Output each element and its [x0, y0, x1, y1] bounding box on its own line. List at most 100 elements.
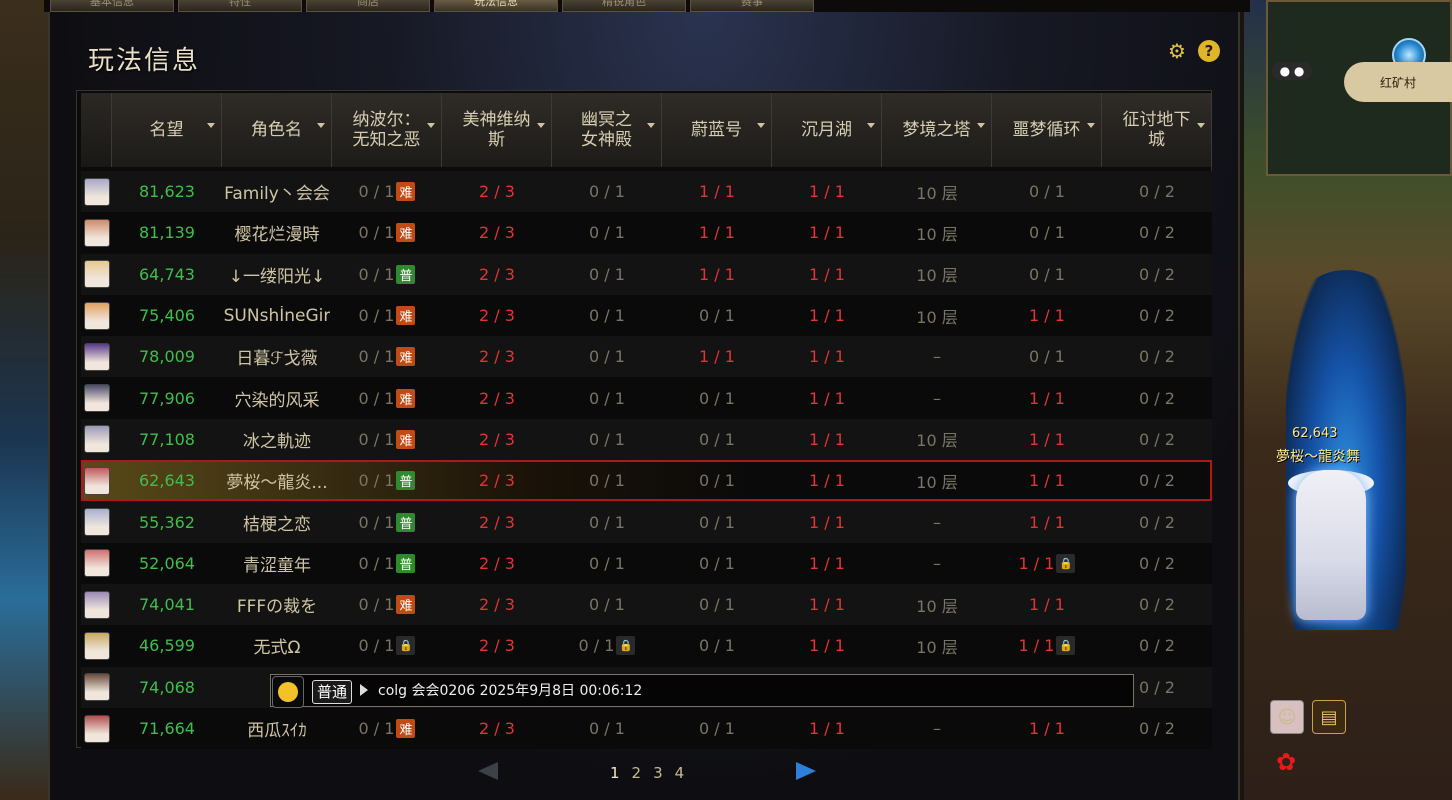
column-header-fame[interactable]: 名望	[112, 93, 222, 167]
dream-value: –	[933, 512, 941, 532]
character-avatar[interactable]	[83, 714, 110, 743]
table-row[interactable]: 74,041 FFFの裁を 0 / 1难2 / 30 / 10 / 11 / 1 10…	[81, 583, 1212, 626]
tab-play-info[interactable]: 玩法信息	[434, 0, 558, 12]
tab-shop[interactable]: 商店	[306, 0, 430, 12]
character-avatar[interactable]	[83, 590, 110, 619]
column-header-name[interactable]: 角色名	[222, 93, 332, 167]
character-avatar[interactable]	[83, 631, 110, 660]
character-avatar[interactable]	[83, 177, 110, 206]
sort-arrow-icon[interactable]	[537, 123, 545, 128]
underworld-cell: 0 / 1	[552, 336, 662, 377]
gear-icon[interactable]: ⚙	[1166, 39, 1188, 63]
chat-input-text[interactable]: colg 会会0206 2025年9月8日 00:06:12	[378, 680, 642, 702]
moonlake-value: 1 / 1	[809, 347, 845, 367]
column-header-venus[interactable]: 美神维纳 斯	[442, 93, 552, 167]
hud-flower-icon[interactable]: ✿	[1270, 746, 1302, 778]
table-row[interactable]: 71,664 西瓜ｽｲｶ 0 / 1难2 / 30 / 10 / 11 / 1–1 …	[81, 707, 1212, 750]
avatar-cell	[81, 625, 112, 666]
venus-value: 2 / 3	[479, 512, 515, 532]
character-avatar[interactable]	[83, 673, 110, 702]
sort-arrow-icon[interactable]	[867, 123, 875, 128]
dungeon-value: 0 / 2	[1139, 223, 1175, 243]
sort-arrow-icon[interactable]	[427, 123, 435, 128]
difficulty-badge: 普	[396, 512, 416, 532]
column-header-label: 梦境之塔	[902, 120, 971, 140]
column-header-moonlake[interactable]: 沉月湖	[772, 93, 882, 167]
fame-value: 52,064	[139, 553, 195, 573]
sort-arrow-icon[interactable]	[647, 123, 655, 128]
tab-basic-info[interactable]: 基本信息	[50, 0, 174, 12]
column-header-underworld[interactable]: 幽冥之 女神殿	[552, 93, 662, 167]
character-avatar[interactable]	[83, 260, 110, 289]
venus-cell: 2 / 3	[442, 708, 552, 749]
character-avatar[interactable]	[83, 508, 110, 537]
hud-chest-icon[interactable]: ▤	[1312, 700, 1346, 734]
help-icon[interactable]: ?	[1198, 40, 1220, 62]
table-row[interactable]: 46,599 无式Ω 0 / 1 🔒 2 / 30 / 1 🔒 0 / 11 / 1 10 层…	[81, 625, 1212, 667]
page-3[interactable]: 3	[653, 764, 663, 782]
sort-arrow-icon[interactable]	[977, 123, 985, 128]
column-header-nightmare[interactable]: 噩梦循环	[992, 93, 1102, 167]
sort-arrow-icon[interactable]	[207, 123, 215, 128]
emoji-face-icon[interactable]	[272, 676, 304, 708]
dungeon-cell: 0 / 2	[1102, 336, 1212, 377]
column-header-dream[interactable]: 梦境之塔	[882, 93, 992, 167]
column-header-label: 蔚蓝号	[691, 120, 742, 140]
tab-elite-characters[interactable]: 精锐角色	[562, 0, 686, 12]
tab-events[interactable]: 赛事	[690, 0, 814, 12]
table-row[interactable]: 62,643 夢桜〜龍炎... 0 / 1普2 / 30 / 10 / 11 / 1…	[81, 460, 1212, 502]
venus-cell: 2 / 3	[442, 625, 552, 666]
dungeon-cell: 0 / 2	[1102, 708, 1212, 749]
table-row[interactable]: 81,623 Family丶会会 0 / 1难2 / 30 / 11 / 11 / …	[81, 171, 1212, 213]
chat-channel-button[interactable]: 普通	[312, 680, 353, 704]
column-header-naboer[interactable]: 纳波尔： 无知之恶	[332, 93, 442, 167]
next-page-arrow-icon[interactable]	[796, 762, 816, 780]
naboer-cell: 0 / 1难	[332, 171, 442, 212]
player-character[interactable]	[1296, 470, 1366, 620]
column-header-dungeon[interactable]: 征讨地下 城	[1102, 93, 1212, 167]
avatar-cell	[81, 171, 112, 212]
character-avatar[interactable]	[83, 425, 110, 454]
dream-cell: 10 层	[882, 171, 992, 212]
sort-arrow-icon[interactable]	[1197, 123, 1205, 128]
nightmare-cell: 1 / 1	[992, 419, 1102, 460]
avatar-cell	[81, 377, 112, 418]
dungeon-cell: 0 / 2	[1102, 625, 1212, 666]
sort-arrow-icon[interactable]	[1087, 123, 1095, 128]
column-header-azure[interactable]: 蔚蓝号	[662, 93, 772, 167]
sort-arrow-icon[interactable]	[757, 123, 765, 128]
character-name: 冰之軌迹	[243, 431, 311, 452]
character-avatar[interactable]	[83, 218, 110, 247]
minimap-buttons[interactable]: ● ●	[1272, 62, 1312, 80]
page-2[interactable]: 2	[632, 764, 642, 782]
page-4[interactable]: 4	[675, 764, 685, 782]
avatar-cell	[81, 501, 112, 542]
table-row[interactable]: 64,743 ↓一缕阳光↓ 0 / 1普2 / 30 / 11 / 11 / 1 10…	[81, 253, 1212, 295]
dream-cell: –	[882, 501, 992, 542]
table-row[interactable]: 55,362 桔梗之恋 0 / 1普2 / 30 / 10 / 11 / 1–1 /…	[81, 501, 1212, 543]
table-row[interactable]: 52,064 青涩童年 0 / 1普2 / 30 / 10 / 11 / 1–1 /…	[81, 542, 1212, 584]
sort-arrow-icon[interactable]	[317, 123, 325, 128]
prev-page-arrow-icon[interactable]	[478, 762, 498, 780]
character-avatar[interactable]	[83, 384, 110, 413]
player-fame: 62,643	[1292, 426, 1338, 441]
avatar-cell	[81, 460, 112, 501]
character-avatar[interactable]	[83, 466, 110, 495]
character-avatar[interactable]	[83, 301, 110, 330]
dream-cell: 10 层	[882, 460, 992, 501]
table-row[interactable]: 77,108 冰之軌迹 0 / 1难2 / 30 / 10 / 11 / 1 10 层…	[81, 418, 1212, 461]
character-avatar[interactable]	[83, 342, 110, 371]
table-row[interactable]: 75,406 SUNshİneGir 0 / 1难2 / 30 / 10 / 11 …	[81, 294, 1212, 337]
underworld-cell: 0 / 1	[552, 295, 662, 336]
table-row[interactable]: 81,139 樱花烂漫時 0 / 1难2 / 30 / 11 / 11 / 1 10 …	[81, 212, 1212, 254]
hud-avatar-button[interactable]: ☺	[1270, 700, 1304, 734]
nightmare-value: 1 / 1	[1029, 306, 1065, 326]
page-1[interactable]: 1	[610, 764, 620, 782]
character-name: Family丶会会	[224, 184, 330, 205]
naboer-cell: 0 / 1 🔒	[332, 625, 442, 666]
character-avatar[interactable]	[83, 549, 110, 578]
fame-cell: 62,643	[112, 460, 222, 501]
table-row[interactable]: 77,906 穴染的风采 0 / 1难2 / 30 / 10 / 11 / 1–1 …	[81, 377, 1212, 419]
tab-traits[interactable]: 特性	[178, 0, 302, 12]
table-row[interactable]: 78,009 日暮ℱ戈薇 0 / 1难2 / 30 / 11 / 11 / 1–0 …	[81, 336, 1212, 378]
